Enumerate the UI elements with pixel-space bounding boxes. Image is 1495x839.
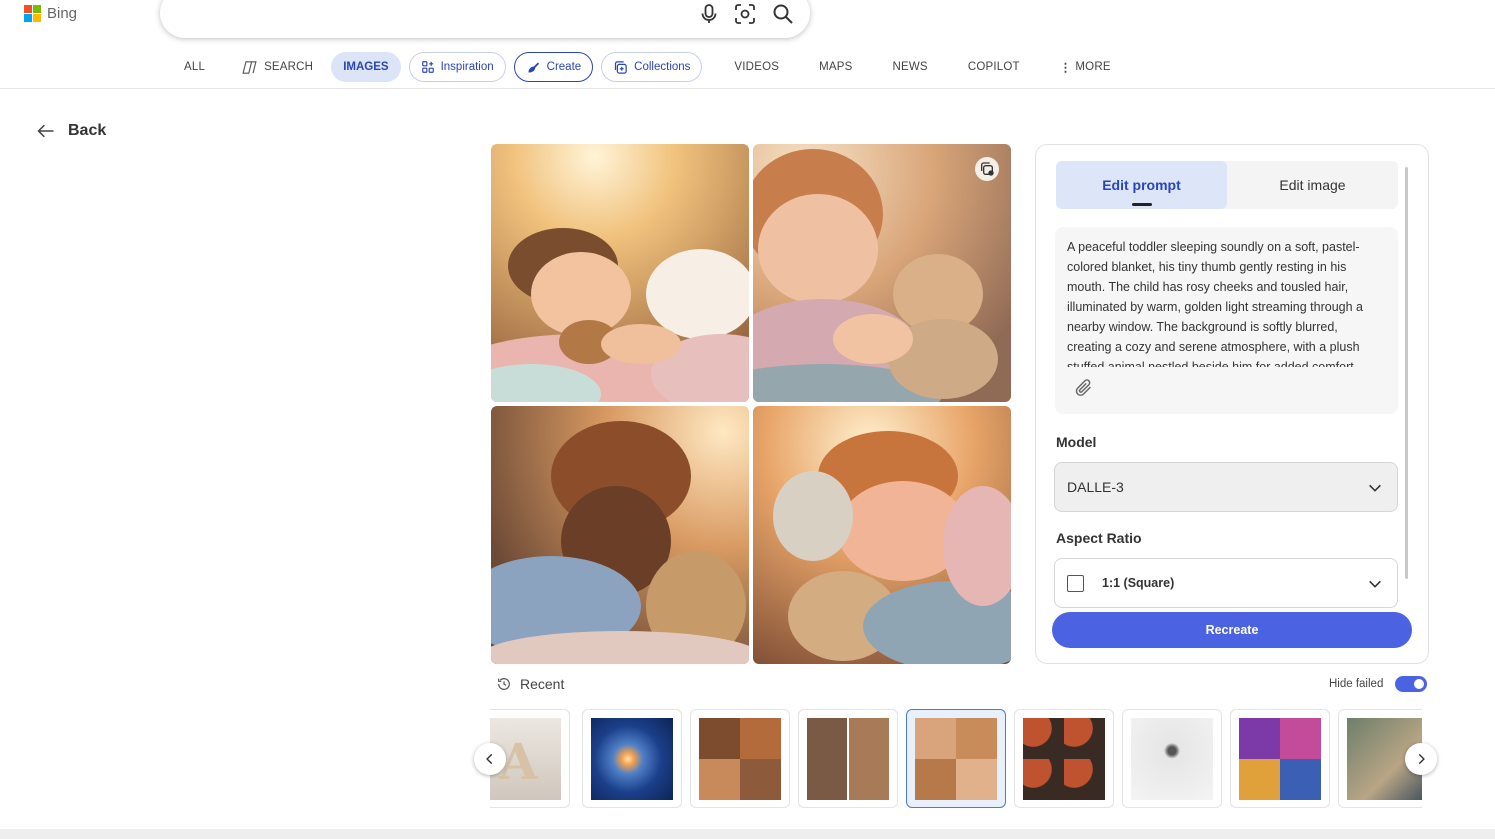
thumb-swirl	[591, 718, 673, 800]
tab-all-label: ALL	[184, 61, 206, 73]
tab-collections-label: Collections	[634, 61, 691, 73]
chevron-down-icon	[1369, 484, 1381, 492]
tab-more-label: MORE	[1075, 61, 1111, 73]
arrow-left-icon	[37, 124, 54, 138]
search-icon[interactable]	[771, 2, 795, 26]
edit-tabs: Edit prompt Edit image	[1056, 161, 1398, 209]
aspect-ratio-label: Aspect Ratio	[1056, 530, 1142, 546]
copilot-search-icon	[242, 60, 257, 74]
brand-name: Bing	[47, 5, 78, 22]
tab-images[interactable]: IMAGES	[331, 52, 401, 82]
search-input[interactable]	[160, 0, 810, 38]
tab-edit-image[interactable]: Edit image	[1227, 161, 1398, 209]
tab-copilot[interactable]: COPILOT	[948, 52, 1040, 82]
recent-thumb[interactable]	[582, 709, 682, 808]
model-select[interactable]: DALLE-3	[1054, 462, 1398, 512]
tab-maps-label: MAPS	[819, 61, 853, 73]
tab-copilot-label: COPILOT	[967, 61, 1020, 73]
toddler-image-4	[753, 406, 1011, 664]
recreate-label: Recreate	[1205, 623, 1259, 637]
visual-search-icon[interactable]	[733, 2, 757, 26]
aspect-ratio-select[interactable]: 1:1 (Square)	[1054, 558, 1398, 608]
thumb-kids-playing	[699, 718, 781, 800]
tab-images-label: IMAGES	[343, 61, 389, 73]
microphone-icon[interactable]	[697, 2, 721, 26]
scroll-right-button[interactable]	[1405, 743, 1437, 775]
recent-strip: A	[490, 709, 1422, 809]
recent-thumb[interactable]	[1122, 709, 1222, 808]
panel-scrollbar[interactable]	[1405, 167, 1408, 579]
prompt-text[interactable]: A peaceful toddler sleeping soundly on a…	[1067, 237, 1382, 367]
history-icon	[498, 678, 510, 690]
inspiration-icon	[421, 61, 434, 73]
thumb-family	[807, 718, 889, 800]
collection-add-icon	[981, 162, 994, 176]
tab-inspiration-label: Inspiration	[440, 61, 494, 73]
nav-bar: ALL SEARCH IMAGES Inspiration Create Col…	[170, 52, 1131, 82]
chevron-down-icon	[1369, 580, 1381, 588]
tab-edit-image-label: Edit image	[1279, 177, 1346, 193]
thumb-sleeping-toddler	[915, 718, 997, 800]
recent-header: Recent	[496, 676, 564, 692]
tab-create-label: Create	[546, 61, 582, 73]
back-button[interactable]: Back	[36, 121, 106, 141]
tab-edit-prompt-label: Edit prompt	[1102, 177, 1181, 193]
recent-label: Recent	[520, 676, 565, 692]
tab-inspiration[interactable]: Inspiration	[408, 52, 506, 82]
generated-image-3[interactable]	[491, 406, 749, 664]
tab-more[interactable]: ⋮ MORE	[1040, 52, 1131, 82]
recent-thumb[interactable]	[690, 709, 790, 808]
chevron-left-icon	[486, 753, 493, 765]
thumb-sketch	[1131, 718, 1213, 800]
scroll-left-button[interactable]	[474, 743, 506, 775]
tab-search[interactable]: SEARCH	[219, 52, 327, 82]
bing-logo[interactable]: Bing	[24, 5, 77, 22]
tab-videos[interactable]: VIDEOS	[706, 52, 799, 82]
generated-image-1[interactable]	[491, 144, 749, 402]
hide-failed-toggle[interactable]	[1395, 676, 1428, 692]
tab-maps[interactable]: MAPS	[799, 52, 872, 82]
model-label: Model	[1056, 434, 1097, 450]
toddler-image-2	[753, 144, 1011, 402]
more-dots-icon: ⋮	[1059, 62, 1072, 74]
collections-icon	[615, 60, 627, 74]
recent-thumb[interactable]	[1014, 709, 1114, 808]
tab-news[interactable]: NEWS	[873, 52, 948, 82]
model-value: DALLE-3	[1067, 479, 1124, 495]
recent-thumb[interactable]	[798, 709, 898, 808]
bottom-bar	[0, 829, 1495, 839]
tab-all[interactable]: ALL	[170, 52, 219, 82]
prompt-textarea[interactable]: A peaceful toddler sleeping soundly on a…	[1055, 227, 1398, 414]
aspect-ratio-value: 1:1 (Square)	[1102, 576, 1175, 590]
recent-thumb[interactable]	[1230, 709, 1330, 808]
chevron-right-icon	[1418, 753, 1425, 765]
tab-collections[interactable]: Collections	[601, 52, 703, 82]
recreate-button[interactable]: Recreate	[1052, 612, 1412, 648]
tab-edit-prompt[interactable]: Edit prompt	[1056, 161, 1227, 209]
add-to-collection-button[interactable]	[975, 157, 999, 181]
create-panel: Edit prompt Edit image A peaceful toddle…	[1035, 144, 1429, 664]
generated-image-4[interactable]	[753, 406, 1011, 664]
header: Bing ALL SEARCH IMAGES Inspiration Creat…	[0, 0, 1495, 89]
tab-search-label: SEARCH	[264, 61, 314, 73]
create-brush-icon	[528, 62, 539, 72]
thumb-fireworks	[1239, 718, 1321, 800]
microsoft-logo-icon	[24, 5, 41, 22]
tab-videos-label: VIDEOS	[734, 61, 780, 73]
generated-image-grid	[491, 144, 1011, 664]
square-ratio-icon	[1067, 574, 1084, 592]
hide-failed-label: Hide failed	[1329, 678, 1384, 690]
toddler-image-1	[491, 144, 749, 402]
thumb-pizza	[1023, 718, 1105, 800]
toddler-image-3	[491, 406, 749, 664]
tab-create[interactable]: Create	[513, 52, 594, 82]
tab-news-label: NEWS	[892, 61, 928, 73]
attach-paperclip-icon[interactable]	[1073, 377, 1095, 399]
back-label: Back	[68, 122, 107, 139]
hide-failed-toggle-row: Hide failed	[1329, 676, 1428, 692]
generated-image-2[interactable]	[753, 144, 1011, 402]
recent-thumb-selected[interactable]	[906, 709, 1006, 808]
